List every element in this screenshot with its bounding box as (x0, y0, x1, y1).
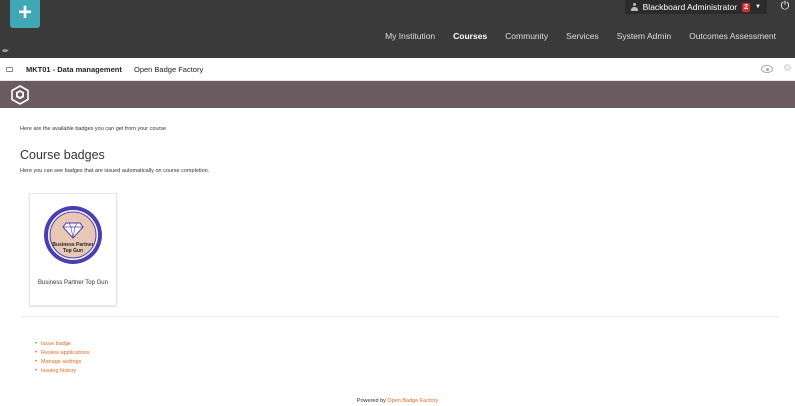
issue-badge-link[interactable]: Issue badge (35, 340, 90, 349)
main-nav: My Institution Courses Community Service… (376, 28, 785, 72)
menu-icon[interactable] (6, 67, 13, 72)
review-applications-link[interactable]: Review applications (35, 349, 90, 358)
badge-card[interactable]: Business Partner Top Gun Business Partne… (29, 193, 117, 306)
plus-icon[interactable]: + (10, 0, 40, 28)
nav-outcomes-assessment[interactable]: Outcomes Assessment (680, 28, 785, 58)
issuing-history-link[interactable]: Issuing history (35, 367, 90, 376)
manage-settings-link[interactable]: Manage settings (35, 358, 90, 367)
nav-system-admin[interactable]: System Admin (608, 28, 680, 58)
user-icon (630, 3, 638, 11)
action-list: Issue badge Review applications Manage s… (35, 340, 90, 376)
chevron-down-icon[interactable]: ▼ (755, 4, 761, 10)
footer: Powered by Open Badge Factory (0, 398, 795, 404)
obf-logo-icon (11, 85, 29, 105)
user-name: Blackboard Administrator (642, 2, 738, 12)
breadcrumb: MKT01 - Data management Open Badge Facto… (0, 58, 795, 81)
badge-image: Business Partner Top Gun (44, 206, 102, 264)
power-icon[interactable]: ⏻ (779, 0, 791, 12)
user-box[interactable]: Blackboard Administrator 2 ▼ (624, 0, 767, 14)
subheading-text: Here you can see badges that are issued … (20, 168, 210, 174)
wrench-icon[interactable]: ✎ (1, 46, 11, 56)
footer-prefix: Powered by (356, 398, 386, 404)
nav-courses[interactable]: Courses (444, 28, 497, 72)
gear-icon[interactable]: ⚙ (783, 63, 792, 74)
badge-image-line2: Top Gun (63, 248, 83, 254)
obf-banner (0, 81, 795, 108)
page-title: Course badges (20, 148, 105, 162)
user-menu[interactable]: Blackboard Administrator 2 ▼ (624, 0, 767, 14)
eye-icon[interactable] (761, 65, 773, 73)
breadcrumb-course[interactable]: MKT01 - Data management (26, 65, 122, 74)
footer-link[interactable]: Open Badge Factory (387, 398, 438, 404)
notification-badge[interactable]: 2 (742, 2, 751, 12)
top-bar: + Blackboard Administrator 2 ▼ ⏻ My Inst… (0, 0, 795, 72)
nav-community[interactable]: Community (496, 28, 557, 58)
nav-my-institution[interactable]: My Institution (376, 28, 444, 58)
intro-text: Here are the available badges you can ge… (20, 126, 167, 132)
badge-title[interactable]: Business Partner Top Gun (30, 280, 116, 286)
divider (20, 316, 780, 317)
nav-services[interactable]: Services (557, 28, 608, 58)
breadcrumb-page: Open Badge Factory (134, 65, 204, 74)
